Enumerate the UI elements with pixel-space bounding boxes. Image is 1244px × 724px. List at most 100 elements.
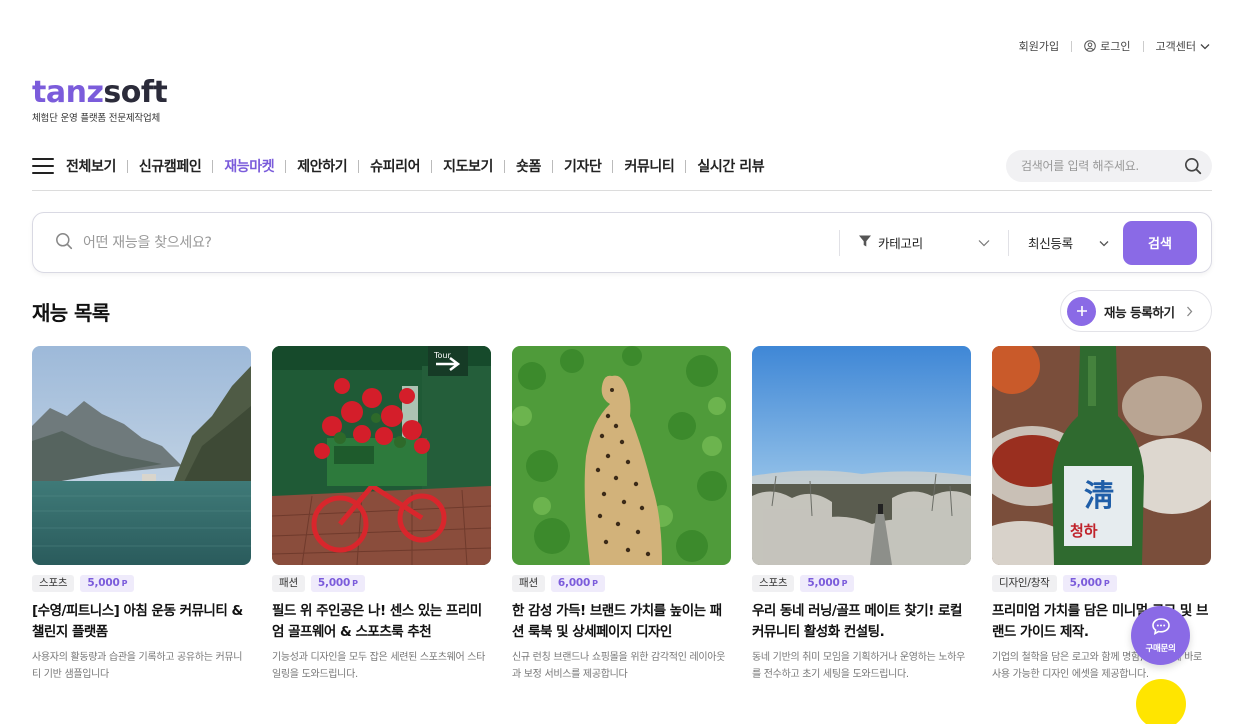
talent-thumbnail[interactable] [32, 346, 251, 565]
nav-item[interactable]: 전체보기 [66, 156, 116, 176]
price-unit: P [121, 579, 128, 588]
chevron-down-icon [1099, 235, 1109, 250]
card-title[interactable]: [수영/피트니스] 아침 운동 커뮤니티 & 챌린지 플랫폼 [32, 601, 251, 643]
card-badges: 패션 6,000 P [512, 575, 731, 592]
price-badge: 5,000 P [800, 575, 855, 592]
price-value: 5,000 [317, 577, 351, 589]
user-icon [1084, 40, 1096, 52]
card-title[interactable]: 필드 위 주인공은 나! 센스 있는 프리미엄 골프웨어 & 스포츠룩 추천 [272, 601, 491, 643]
card-badges: 디자인/창작 5,000 P [992, 575, 1211, 592]
main-nav: 전체보기 신규캠페인 재능마켓 제안하기 슈피리어 지도보기 숏폼 기자단 커뮤니티 실시간 리뷰 [32, 150, 1212, 191]
nav-item[interactable]: 지도보기 [443, 156, 493, 176]
price-unit: P [841, 579, 848, 588]
card-description: 사용자의 활동량과 습관을 기록하고 공유하는 커뮤니티 기반 샘플입니다 [32, 652, 243, 680]
card-badges: 패션 5,000 P [272, 575, 491, 592]
nav-divider [431, 159, 433, 173]
price-value: 6,000 [557, 577, 591, 589]
category-badge: 패션 [512, 575, 545, 592]
chevron-right-icon [1186, 306, 1193, 317]
card-badges: 스포츠 5,000 P [752, 575, 971, 592]
card-description: 신규 런칭 브랜드나 쇼핑몰을 위한 감각적인 레이아웃과 보정 서비스를 제공… [512, 652, 726, 680]
nav-item[interactable]: 실시간 리뷰 [697, 156, 764, 176]
chevron-down-icon [1200, 43, 1210, 50]
plus-icon [1067, 296, 1096, 326]
price-value: 5,000 [87, 577, 120, 589]
talent-thumbnail[interactable] [512, 346, 731, 565]
login-label: 로그인 [1100, 40, 1131, 53]
talent-card[interactable]: 스포츠 5,000 P [수영/피트니스] 아침 운동 커뮤니티 & 챌린지 플랫… [32, 346, 251, 683]
card-description: 동네 기반의 취미 모임을 기획하거나 운영하는 노하우를 전수하고 초기 세팅… [752, 652, 966, 680]
search-icon[interactable] [1184, 157, 1202, 175]
register-talent-button[interactable]: 재능 등록하기 [1060, 290, 1212, 332]
logo-tagline: 체험단 운영 플랫폼 전문제작업체 [32, 113, 161, 124]
chevron-down-icon [978, 235, 990, 250]
talent-card[interactable]: 패션 6,000 P 한 감성 가득! 브랜드 가치를 높이는 패션 룩북 및 상… [512, 346, 731, 683]
card-title[interactable]: 한 감성 가득! 브랜드 가치를 높이는 패션 룩북 및 상세페이지 디자인 [512, 601, 731, 643]
price-badge: 5,000 P [80, 575, 135, 592]
filter-icon [858, 234, 872, 251]
nav-items: 전체보기 신규캠페인 재능마켓 제안하기 슈피리어 지도보기 숏폼 기자단 커뮤니티 실시간 리뷰 [66, 150, 765, 182]
nav-item[interactable]: 커뮤니티 [624, 156, 674, 176]
nav-divider [685, 159, 687, 173]
purchase-inquiry-button[interactable]: 구매문의 [1131, 606, 1190, 665]
chat-icon [1151, 617, 1171, 640]
talent-thumbnail[interactable]: 淸 청하 [992, 346, 1211, 565]
svg-text:청하: 청하 [1070, 522, 1098, 540]
nav-divider [612, 159, 614, 173]
talent-card[interactable]: 스포츠 5,000 P 우리 동네 러닝/골프 메이트 찾기! 로컬 커뮤니티 활… [752, 346, 971, 683]
menu-icon[interactable] [32, 158, 54, 174]
support-dropdown[interactable]: 고객센터 [1156, 38, 1210, 54]
signup-link[interactable]: 회원가입 [1019, 38, 1059, 54]
utility-bar: 회원가입 로그인 고객센터 [1019, 38, 1210, 54]
inquiry-label: 구매문의 [1145, 644, 1176, 654]
nav-item[interactable]: 신규캠페인 [139, 156, 202, 176]
kakao-chat-button[interactable] [1136, 679, 1186, 724]
card-description: 기능성과 디자인을 모두 잡은 세련된 스포츠웨어 스타일링을 도와드립니다. [272, 652, 486, 680]
support-label: 고객센터 [1155, 40, 1196, 53]
logo-part1: tanz [32, 75, 104, 110]
nav-divider [285, 159, 287, 173]
nav-item[interactable]: 슈피리어 [370, 156, 420, 176]
talent-thumbnail[interactable] [752, 346, 971, 565]
price-value: 5,000 [1069, 577, 1102, 589]
price-unit: P [352, 579, 358, 588]
nav-item[interactable]: 제안하기 [297, 156, 347, 176]
search-button[interactable]: 검색 [1123, 220, 1197, 265]
card-title[interactable]: 우리 동네 러닝/골프 메이트 찾기! 로컬 커뮤니티 활성화 컨설팅. [752, 601, 971, 643]
nav-item[interactable]: 재능마켓 [224, 156, 274, 176]
logo-wordmark: tanzsoft [32, 75, 168, 110]
talent-card[interactable]: Tour 패션 5,000 P 필드 위 주인공은 나! 센스 있는 프리미엄 골… [272, 346, 491, 683]
category-badge: 스포츠 [752, 575, 795, 592]
nav-item[interactable]: 기자단 [564, 156, 602, 176]
category-badge: 디자인/창작 [992, 575, 1057, 592]
nav-divider [126, 159, 128, 173]
logo[interactable]: tanzsoft 체험단 운영 플랫폼 전문제작업체 [32, 75, 168, 125]
price-unit: P [592, 579, 598, 588]
search-icon [55, 232, 73, 254]
divider [1071, 40, 1073, 52]
category-label: 카테고리 [878, 236, 923, 251]
talent-search-input[interactable] [83, 234, 783, 251]
price-badge: 5,000 P [310, 575, 365, 592]
category-badge: 패션 [272, 575, 305, 592]
filter-bar: 카테고리 최신등록 검색 [32, 212, 1212, 273]
section-title: 재능 목록 [32, 301, 110, 325]
logo-part2: soft [103, 75, 168, 110]
price-badge: 5,000 P [1062, 575, 1117, 592]
price-unit: P [1103, 579, 1110, 588]
sort-select[interactable]: 최신등록 [1009, 213, 1123, 272]
global-search [1006, 150, 1212, 182]
card-badges: 스포츠 5,000 P [32, 575, 251, 592]
global-search-input[interactable] [1021, 159, 1171, 173]
talent-list: 스포츠 5,000 P [수영/피트니스] 아침 운동 커뮤니티 & 챌린지 플랫… [32, 346, 1212, 683]
register-talent-label: 재능 등록하기 [1104, 304, 1175, 320]
nav-divider [504, 159, 506, 173]
login-link[interactable]: 로그인 [1084, 38, 1131, 54]
svg-text:淸: 淸 [1084, 479, 1114, 514]
category-select[interactable]: 카테고리 [840, 213, 1008, 272]
talent-search [33, 213, 839, 272]
nav-item[interactable]: 숏폼 [516, 156, 541, 176]
nav-divider [551, 159, 553, 173]
svg-text:Tour: Tour [433, 351, 451, 360]
talent-thumbnail[interactable]: Tour [272, 346, 491, 565]
